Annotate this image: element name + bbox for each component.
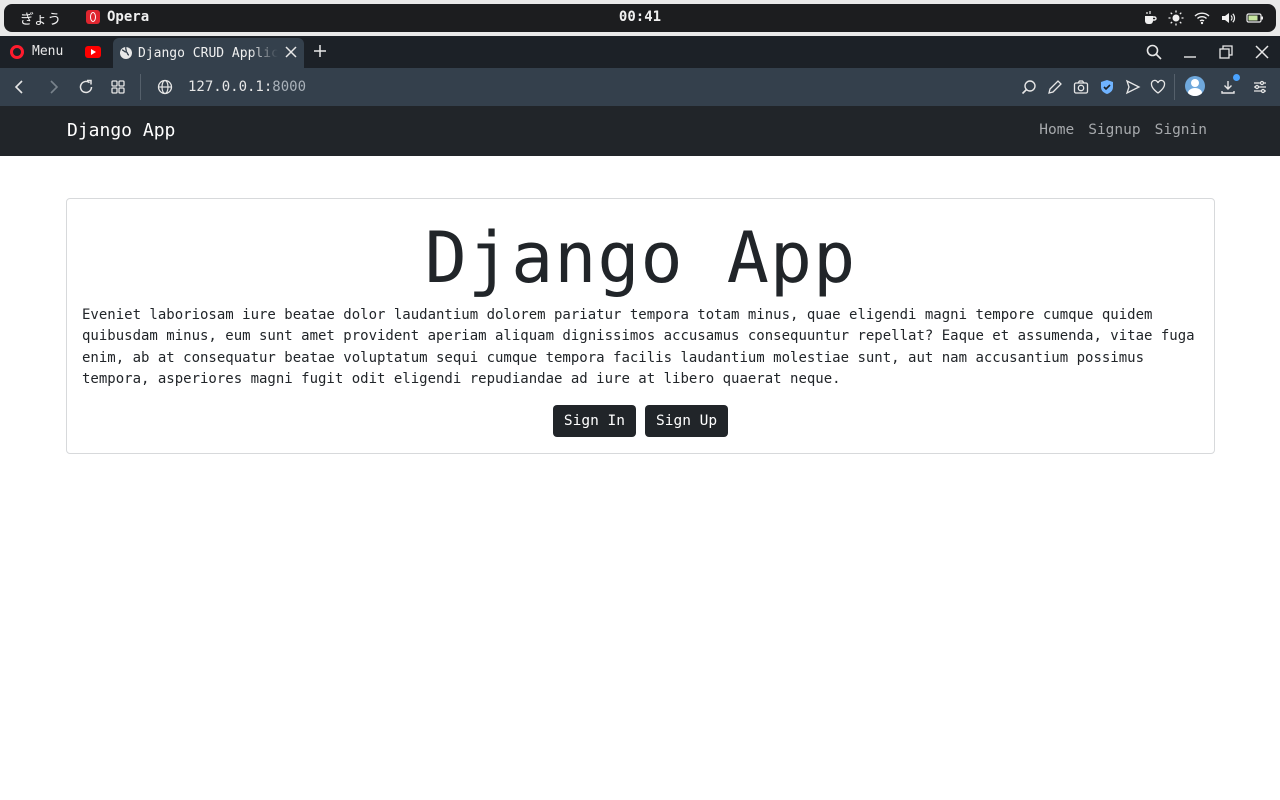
battery-icon[interactable] (1246, 10, 1264, 26)
send-icon[interactable] (1125, 79, 1141, 95)
site-info-icon[interactable] (157, 79, 173, 95)
close-window-icon[interactable] (1254, 44, 1270, 60)
coffee-icon[interactable] (1142, 10, 1158, 26)
close-tab-icon[interactable] (284, 45, 298, 59)
opera-logo-icon (10, 44, 24, 59)
tab-django-crud[interactable]: Django CRUD Application (113, 38, 304, 68)
nav-link-signin[interactable]: Signin (1155, 122, 1207, 138)
sign-up-button[interactable]: Sign Up (645, 405, 729, 437)
navbar-links: Home Signup Signin (1039, 122, 1207, 138)
os-top-bar: ぎょう Opera 00:41 (0, 0, 1280, 36)
tab-title: Django CRUD Application (138, 45, 278, 61)
volume-icon[interactable] (1220, 10, 1236, 26)
nav-link-home[interactable]: Home (1039, 122, 1074, 138)
nav-link-signup[interactable]: Signup (1088, 122, 1140, 138)
tab-strip: Menu Django CRUD Application (0, 36, 1280, 68)
clock[interactable]: 00:41 (4, 9, 1276, 25)
search-tabs-icon[interactable] (1146, 44, 1162, 60)
heart-icon[interactable] (1150, 79, 1166, 95)
site-navbar: Django App Home Signup Signin (0, 106, 1280, 156)
hero-text: Eveniet laboriosam iure beatae dolor lau… (82, 307, 1195, 387)
url-host: 127.0.0.1: (188, 79, 273, 95)
sign-in-button[interactable]: Sign In (552, 405, 636, 437)
reload-icon[interactable] (78, 79, 94, 95)
hero-card: Django App Eveniet laboriosam iure beata… (66, 198, 1215, 454)
adblock-shield-icon[interactable] (1099, 79, 1115, 95)
youtube-icon[interactable] (85, 46, 101, 58)
edit-icon[interactable] (1047, 79, 1063, 95)
easy-setup-icon[interactable] (1252, 79, 1268, 95)
menu-label: Menu (32, 44, 64, 59)
download-badge (1233, 74, 1240, 81)
navbar-brand[interactable]: Django App (67, 120, 175, 141)
system-tray (1142, 10, 1264, 26)
page-search-icon[interactable] (1021, 79, 1037, 95)
address-separator-right (1174, 74, 1175, 100)
snapshot-icon[interactable] (1073, 79, 1089, 95)
hero-buttons: Sign In Sign Up (67, 405, 1214, 437)
wifi-icon[interactable] (1194, 10, 1210, 26)
profile-avatar-icon[interactable] (1185, 76, 1205, 96)
os-top-bar-inner: ぎょう Opera 00:41 (4, 4, 1276, 32)
opera-menu-button[interactable]: Menu (10, 44, 63, 59)
window-controls (1146, 44, 1270, 60)
new-tab-icon[interactable] (312, 43, 328, 59)
back-icon[interactable] (12, 79, 28, 95)
globe-icon (120, 46, 132, 59)
url-field[interactable]: 127.0.0.1:8000 (188, 79, 306, 95)
hero-title: Django App (424, 217, 857, 299)
forward-icon[interactable] (45, 79, 61, 95)
address-separator (140, 74, 141, 100)
restore-icon[interactable] (1218, 44, 1234, 60)
address-bar: 127.0.0.1:8000 (0, 68, 1280, 106)
minimize-icon[interactable] (1182, 44, 1198, 60)
url-port: 8000 (272, 79, 307, 95)
brightness-icon[interactable] (1168, 10, 1184, 26)
tiles-icon[interactable] (110, 79, 126, 95)
download-icon[interactable] (1220, 79, 1236, 95)
